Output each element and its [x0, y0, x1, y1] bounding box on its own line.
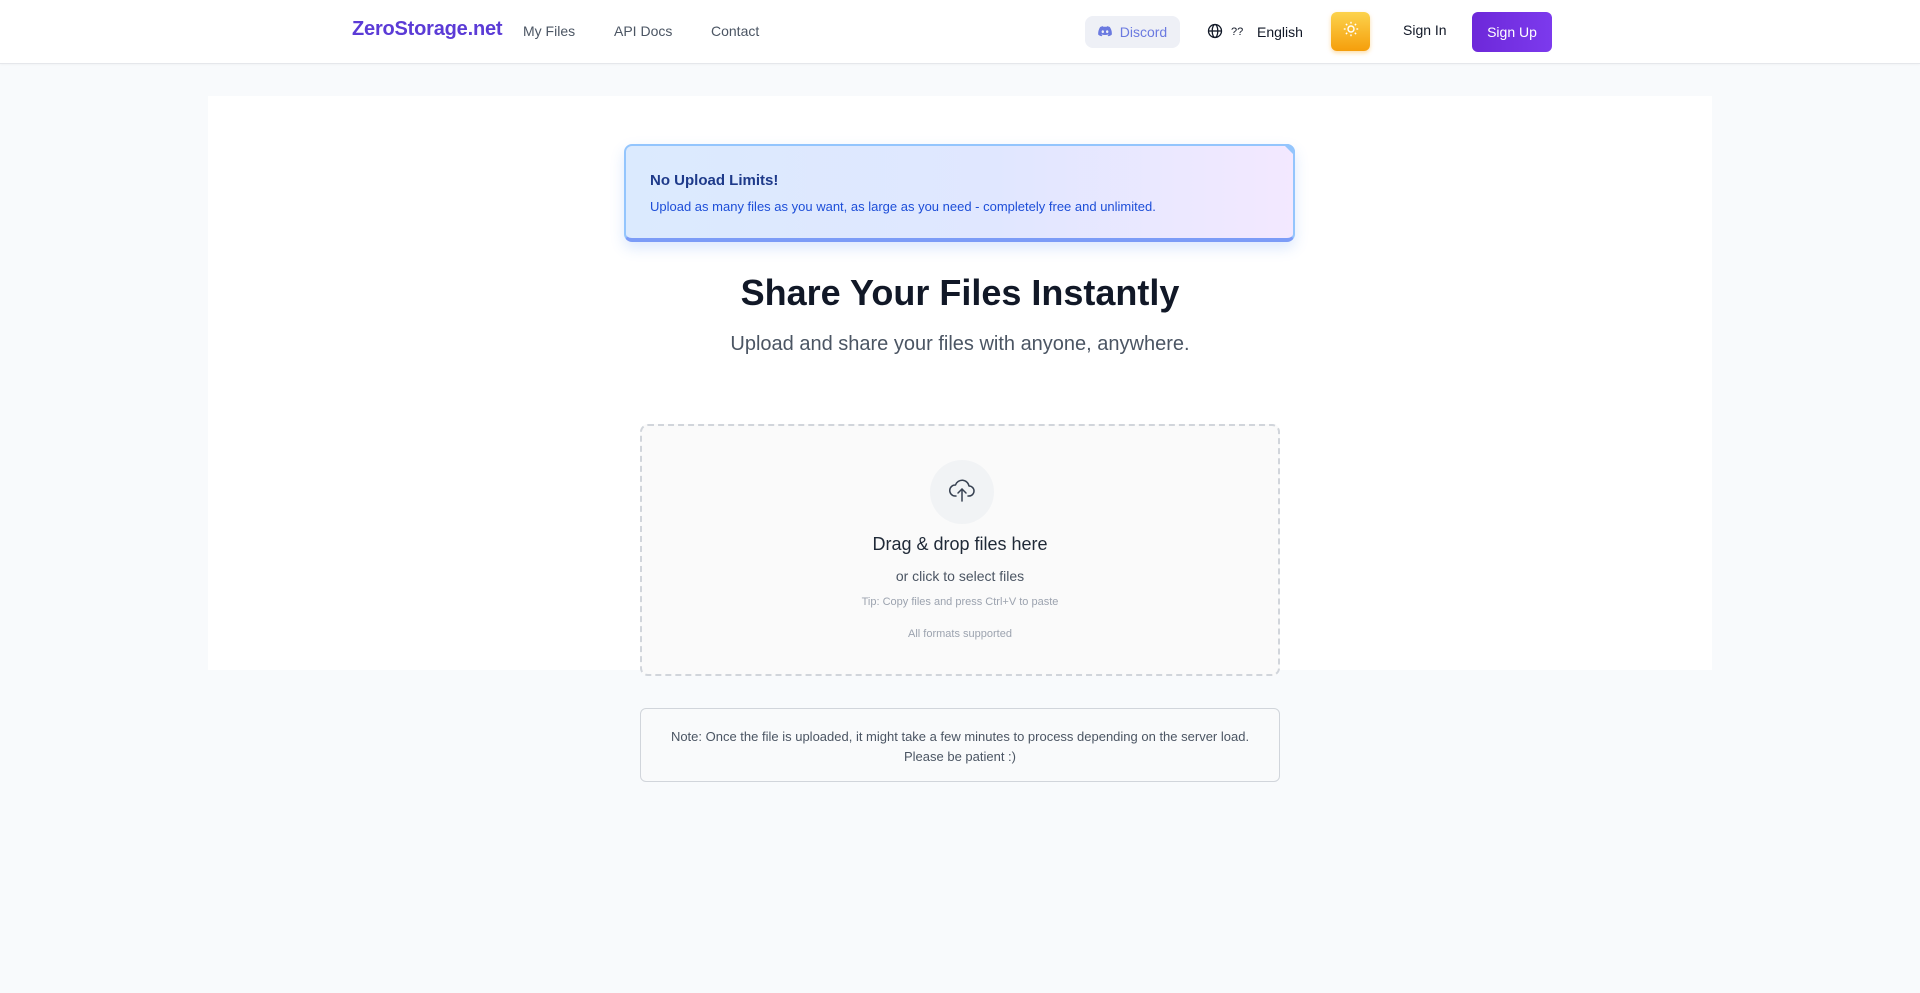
- processing-note: Note: Once the file is uploaded, it migh…: [640, 708, 1280, 782]
- nav-my-files[interactable]: My Files: [523, 23, 575, 39]
- globe-icon: [1207, 23, 1223, 42]
- dropzone-title: Drag & drop files here: [872, 534, 1048, 554]
- language-flag: ??: [1231, 26, 1244, 38]
- banner-text: Upload as many files as you want, as lar…: [650, 199, 1156, 214]
- banner-title: No Upload Limits!: [650, 172, 779, 189]
- sign-up-button[interactable]: Sign Up: [1472, 12, 1552, 52]
- upload-icon-container: [930, 460, 994, 524]
- nav-contact[interactable]: Contact: [711, 23, 759, 39]
- language-selector[interactable]: ?? English: [1207, 20, 1303, 44]
- discord-icon: [1097, 24, 1112, 40]
- file-dropzone[interactable]: Drag & drop files here or click to selec…: [640, 424, 1280, 676]
- dropzone-paste-tip: Tip: Copy files and press Ctrl+V to past…: [861, 596, 1059, 608]
- sign-in-link[interactable]: Sign In: [1403, 22, 1447, 38]
- discord-button[interactable]: Discord: [1085, 16, 1180, 48]
- page-title: Share Your Files Instantly: [740, 272, 1180, 313]
- sun-icon: [1343, 21, 1359, 42]
- cloud-upload-icon: [947, 475, 977, 510]
- top-navbar: ZeroStorage.net My Files API Docs Contac…: [0, 0, 1920, 64]
- brand-logo-link[interactable]: ZeroStorage.net: [352, 18, 503, 41]
- theme-toggle-button[interactable]: [1331, 12, 1370, 51]
- processing-note-text: Note: Once the file is uploaded, it migh…: [670, 729, 1250, 764]
- page-subtitle: Upload and share your files with anyone,…: [730, 333, 1190, 355]
- discord-label: Discord: [1119, 24, 1168, 40]
- no-limits-banner: No Upload Limits! Upload as many files a…: [624, 144, 1295, 242]
- nav-api-docs[interactable]: API Docs: [614, 23, 672, 39]
- dropzone-formats: All formats supported: [908, 628, 1012, 640]
- dropzone-subtitle: or click to select files: [895, 568, 1025, 584]
- language-label: English: [1257, 24, 1303, 40]
